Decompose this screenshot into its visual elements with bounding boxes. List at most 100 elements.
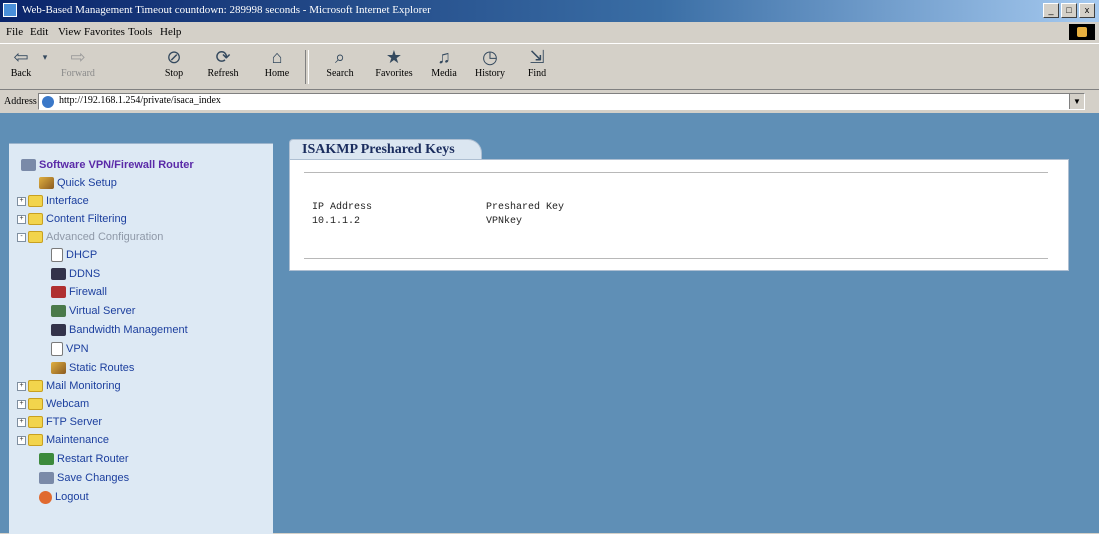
folder-icon: [28, 380, 43, 393]
menu-bar: File Edit View Favorites Tools Help: [0, 22, 1099, 42]
forward-arrow-icon: ⇨: [70, 47, 86, 67]
favorites-button[interactable]: ★ Favorites: [370, 46, 418, 79]
find-button[interactable]: ⇲ Find: [522, 46, 552, 79]
window-title: Web-Based Management Timeout countdown: …: [22, 4, 431, 16]
sidebar-item-logout[interactable]: Logout: [39, 490, 89, 504]
folder-icon: [28, 434, 43, 447]
menu-file[interactable]: File: [6, 26, 23, 38]
sidebar-item-quick-setup[interactable]: Quick Setup: [39, 176, 117, 190]
folder-icon: [28, 416, 43, 429]
firewall-icon: [51, 286, 66, 299]
expand-icon[interactable]: +: [17, 399, 26, 409]
sidebar-item-ftp-server[interactable]: + FTP Server: [17, 415, 102, 429]
navigation-sidebar: Software VPN/Firewall Router Quick Setup…: [9, 143, 273, 534]
back-button[interactable]: ⇦ Back: [6, 46, 36, 79]
folder-icon: [28, 398, 43, 411]
sidebar-item-advanced-configuration[interactable]: - Advanced Configuration: [17, 230, 163, 244]
home-icon: ⌂: [271, 47, 283, 67]
home-button[interactable]: ⌂ Home: [262, 46, 292, 79]
bandwidth-icon: [51, 324, 66, 337]
history-icon: ◷: [482, 47, 498, 67]
address-bar: Address ▼: [0, 91, 1099, 113]
collapse-icon[interactable]: -: [17, 232, 26, 242]
page-icon: [51, 248, 63, 263]
sidebar-item-save-changes[interactable]: Save Changes: [39, 471, 129, 485]
expand-icon[interactable]: +: [17, 196, 26, 206]
sidebar-item-interface[interactable]: + Interface: [17, 194, 89, 208]
sidebar-item-restart-router[interactable]: Restart Router: [39, 452, 129, 466]
expand-icon[interactable]: +: [17, 417, 26, 427]
stop-button[interactable]: ⊘ Stop: [160, 46, 188, 79]
sidebar-item-bandwidth-management[interactable]: Bandwidth Management: [51, 323, 188, 337]
search-icon: ⌕: [334, 47, 346, 67]
address-field[interactable]: ▼: [38, 93, 1085, 110]
address-label: Address: [4, 96, 37, 107]
address-dropdown-button[interactable]: ▼: [1069, 94, 1084, 109]
title-bar: Web-Based Management Timeout countdown: …: [0, 0, 1099, 22]
routes-icon: [51, 362, 66, 375]
back-arrow-icon: ⇦: [13, 47, 29, 67]
address-input[interactable]: [59, 95, 959, 106]
network-icon: [21, 159, 36, 172]
maximize-button[interactable]: □: [1061, 3, 1077, 18]
stop-icon: ⊘: [166, 47, 182, 67]
sidebar-item-mail-monitoring[interactable]: + Mail Monitoring: [17, 379, 121, 393]
close-button[interactable]: x: [1079, 3, 1095, 18]
sidebar-item-static-routes[interactable]: Static Routes: [51, 361, 134, 375]
forward-button[interactable]: ⇨ Forward: [58, 46, 98, 79]
sidebar-item-ddns[interactable]: DDNS: [51, 267, 100, 281]
preshared-keys-panel: IP Address Preshared Key 10.1.1.2 VPNkey: [289, 159, 1069, 271]
media-icon: ♫: [437, 47, 451, 67]
divider: [304, 258, 1048, 260]
sidebar-item-webcam[interactable]: + Webcam: [17, 397, 89, 411]
sidebar-item-virtual-server[interactable]: Virtual Server: [51, 304, 135, 318]
refresh-icon: ⟳: [215, 47, 231, 67]
back-dropdown-button[interactable]: ▾: [40, 46, 50, 68]
save-icon: [39, 472, 54, 485]
windows-logo-icon: [1069, 24, 1095, 40]
column-header-ip-address: IP Address: [312, 202, 373, 213]
expand-icon[interactable]: +: [17, 214, 26, 224]
section-tab: ISAKMP Preshared Keys: [289, 139, 482, 160]
sidebar-item-firewall[interactable]: Firewall: [51, 285, 107, 299]
ddns-icon: [51, 268, 66, 281]
column-header-preshared-key: Preshared Key: [486, 202, 565, 213]
minimize-button[interactable]: _: [1043, 3, 1059, 18]
expand-icon[interactable]: +: [17, 381, 26, 391]
window-controls: _ □ x: [1043, 3, 1095, 18]
page-icon: [42, 96, 54, 108]
sidebar-item-maintenance[interactable]: + Maintenance: [17, 433, 109, 447]
search-button[interactable]: ⌕ Search: [322, 46, 358, 79]
menu-tools[interactable]: Tools: [128, 26, 152, 38]
logout-icon: [39, 490, 52, 504]
restart-icon: [39, 453, 54, 466]
refresh-button[interactable]: ⟳ Refresh: [204, 46, 242, 79]
menu-help[interactable]: Help: [160, 26, 181, 38]
menu-favorites[interactable]: Favorites: [84, 26, 125, 38]
chevron-down-icon: ▾: [42, 52, 48, 62]
menu-edit[interactable]: Edit: [30, 26, 48, 38]
table-cell-ip: 10.1.1.2: [312, 216, 361, 227]
folder-icon: [28, 195, 43, 208]
expand-icon[interactable]: +: [17, 435, 26, 445]
menu-view[interactable]: View: [58, 26, 81, 38]
find-icon: ⇲: [529, 47, 545, 67]
page-content: Software VPN/Firewall Router Quick Setup…: [0, 113, 1099, 534]
favorites-icon: ★: [385, 47, 403, 67]
folder-open-icon: [28, 231, 43, 244]
toolbar-separator: [305, 50, 309, 84]
sidebar-item-content-filtering[interactable]: + Content Filtering: [17, 212, 127, 226]
sidebar-item-dhcp[interactable]: DHCP: [51, 248, 97, 263]
server-icon: [51, 305, 66, 318]
table-cell-key: VPNkey: [486, 216, 523, 227]
sidebar-item-vpn[interactable]: VPN: [51, 342, 89, 357]
folder-icon: [28, 213, 43, 226]
tree-root[interactable]: Software VPN/Firewall Router: [21, 158, 194, 172]
page-icon: [51, 342, 63, 357]
wizard-icon: [39, 177, 54, 190]
media-button[interactable]: ♫ Media: [428, 46, 460, 79]
history-button[interactable]: ◷ History: [470, 46, 510, 79]
standard-toolbar: ⇦ Back ▾ ⇨ Forward ⊘ Stop ⟳ Refresh ⌂ Ho…: [0, 43, 1099, 90]
divider: [304, 172, 1048, 174]
ie-app-icon: [3, 3, 17, 17]
